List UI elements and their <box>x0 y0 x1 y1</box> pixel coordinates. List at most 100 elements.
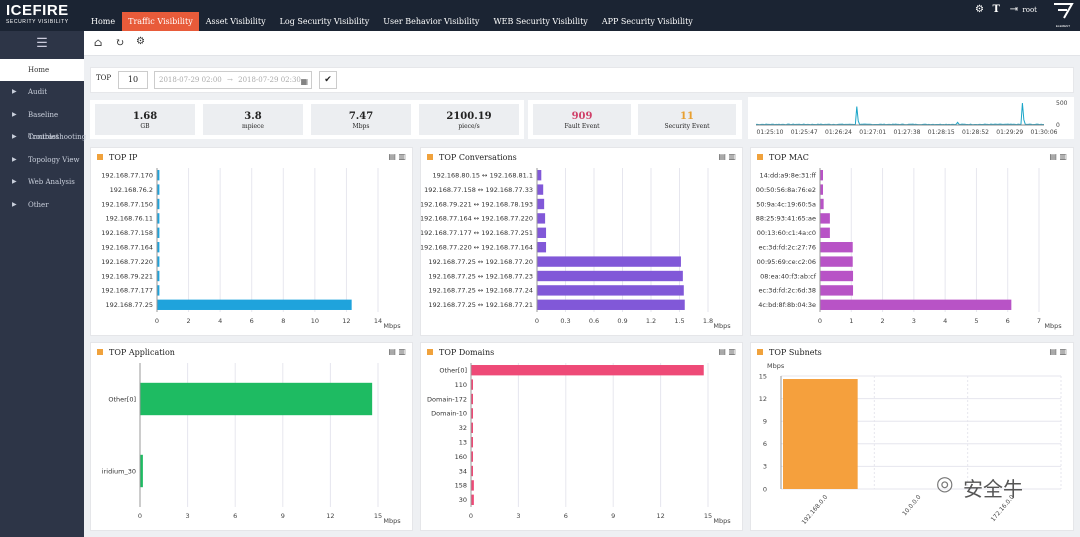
nav-tab-web-security-visibility[interactable]: WEB Security Visibility <box>486 0 594 31</box>
category-label: 192.168.79.221 <box>101 272 153 280</box>
traffic-stats: 1.68 GB 3.8 mpiece 7.47 Mbps 2100.19 piece/s <box>90 100 524 139</box>
tick-label: 7 <box>1037 317 1041 325</box>
category-label: 192.168.0.0 <box>801 494 830 526</box>
sidebar-item-audit[interactable]: ▶ Audit <box>0 81 84 104</box>
gear-icon[interactable]: ⚙ <box>975 4 984 15</box>
fault-event-card[interactable]: 909 Fault Event <box>533 104 631 135</box>
sidebar-item-topology-view[interactable]: ▶ Topology View <box>0 149 84 172</box>
tick-label: 1.5 <box>674 317 684 325</box>
tick-label: 6 <box>233 512 237 520</box>
top-count-input[interactable]: 10 <box>118 71 148 89</box>
export-icon[interactable]: ▤ ▥ <box>388 347 406 356</box>
event-stats: 909 Fault Event 11 Security Event <box>528 100 742 139</box>
tick-label: 10 <box>311 317 319 325</box>
export-icon[interactable]: ▤ ▥ <box>1049 152 1067 161</box>
category-label: 192.168.76.2 <box>110 186 153 194</box>
category-label: 4c:bd:8f:8b:04:3e <box>758 301 816 309</box>
bar <box>471 494 474 505</box>
category-label: 88:25:93:41:65:ae <box>756 215 816 223</box>
bar <box>537 299 685 310</box>
security-event-card[interactable]: 11 Security Event <box>638 104 736 135</box>
category-label: 192.168.77.177 ↔ 192.168.77.251 <box>421 229 533 237</box>
tick-label: 0 <box>138 512 142 520</box>
tick-label: 6 <box>763 440 767 448</box>
top-conversations-chart: 0 0.3 0.6 0.9 1.2 1.5 1.8Mbps 192.168.80.15 ↔ 1… <box>420 168 731 330</box>
bar <box>537 184 544 195</box>
sidebar-item-label: Troubleshooting <box>28 133 87 142</box>
panel-title: TOP Domains <box>427 348 494 357</box>
home-icon[interactable]: ⌂ <box>94 36 102 49</box>
bar <box>140 454 143 488</box>
panel-title: TOP Conversations <box>427 153 517 162</box>
tick-label: 2 <box>881 317 885 325</box>
category-label: 160 <box>455 453 467 461</box>
refresh-icon[interactable]: ↻ <box>115 36 124 49</box>
tick-label: 3 <box>186 512 190 520</box>
caret-right-icon: ▶ <box>12 178 17 186</box>
bar <box>157 285 160 296</box>
sidebar-item-label: Audit <box>28 88 48 96</box>
calendar-icon[interactable]: ▦ <box>300 74 308 90</box>
panel-top-domains: TOP Domains ▤ ▥ 0 3 6 9 12 15 Mbps Other[0] 110 D… <box>420 342 743 531</box>
tick-label: 14 <box>374 317 382 325</box>
category-label: Domain-10 <box>431 410 467 418</box>
export-icon[interactable]: ▤ ▥ <box>388 152 406 161</box>
bar <box>471 451 473 462</box>
bar <box>471 393 473 405</box>
nav-tab-user-behavior-visibility[interactable]: User Behavior Visibility <box>376 0 486 31</box>
caret-right-icon: ▶ <box>12 110 17 118</box>
tick-label: 0.3 <box>560 317 570 325</box>
username[interactable]: root <box>1022 6 1037 14</box>
tick-label: 9 <box>611 512 615 520</box>
export-icon[interactable]: ▤ ▥ <box>718 347 736 356</box>
axis-label: Mbps <box>1044 322 1062 330</box>
bar <box>157 270 160 282</box>
start-date: 2018-07-29 02:00 <box>159 76 222 84</box>
nav-tab-asset-visibility[interactable]: Asset Visibility <box>199 0 273 31</box>
brand-logo[interactable]: ICEFIRE SECURITY VISIBILITY <box>0 0 84 31</box>
sidebar-item-home[interactable]: Home <box>0 59 84 81</box>
wechat-icon: ◎ <box>936 471 954 495</box>
category-label: 10.0.0.0 <box>901 494 922 518</box>
category-label: 192.168.80.15 ↔ 192.168.81.1 <box>432 172 533 180</box>
bar <box>471 365 704 376</box>
bar <box>471 408 473 419</box>
column <box>783 379 858 489</box>
nav-tab-home[interactable]: Home <box>84 0 122 31</box>
top-mac-chart: 0 1 2 3 4 5 6 7Mbps 14:dd:a9:8e:31:ff 00:50:56:8a… <box>756 168 1062 330</box>
bar <box>820 184 824 195</box>
tick-label: 6 <box>1006 317 1010 325</box>
caret-right-icon: ▶ <box>12 200 17 208</box>
nav-tab-traffic-visibility[interactable]: Traffic Visibility <box>122 12 199 31</box>
date-range-picker[interactable]: 2018-07-29 02:00 → 2018-07-29 02:30 ▦ <box>154 71 312 89</box>
bar <box>471 480 474 491</box>
sidebar: ☰ Home ▶ Audit ▶ Baseline Contrast ▶ Troubles… <box>0 31 87 537</box>
menu-toggle-icon[interactable]: ☰ <box>0 31 84 59</box>
category-label: 50:9a:4c:19:60:5a <box>756 200 816 208</box>
apply-button[interactable]: ✔ <box>319 71 337 89</box>
panel-title: TOP MAC <box>757 153 809 162</box>
category-label: 192.168.77.150 <box>101 200 153 208</box>
nav-tab-log-security-visibility[interactable]: Log Security Visibility <box>273 0 377 31</box>
caret-right-icon: ▶ <box>12 155 17 163</box>
text-size-icon[interactable]: T <box>993 4 1000 15</box>
brand-tagline: SECURITY VISIBILITY <box>6 19 69 25</box>
top-bar: ICEFIRE SECURITY VISIBILITY Home Traffic … <box>0 0 1080 31</box>
stat-card-volume: 1.68 GB <box>95 104 195 135</box>
tick-label: 12 <box>342 317 350 325</box>
tick-label: 6 <box>564 512 568 520</box>
top-ip-chart: 0 2 4 6 8 10 12 14Mbps 192.168.77.170 192.168.76.… <box>101 168 401 330</box>
stat-card-packets: 3.8 mpiece <box>203 104 303 135</box>
tick-label: 9 <box>281 512 285 520</box>
export-icon[interactable]: ▤ ▥ <box>718 152 736 161</box>
sidebar-item-baseline-contrast[interactable]: ▶ Baseline Contrast <box>0 104 84 141</box>
logout-icon[interactable]: ⇥ <box>1010 4 1018 15</box>
sidebar-item-web-analysis[interactable]: ▶ Web Analysis <box>0 171 84 194</box>
category-label: ec:3d:fd:2c:27:76 <box>759 244 816 252</box>
sidebar-item-troubleshooting[interactable]: ▶ Troubleshooting <box>0 126 87 149</box>
sidebar-item-other[interactable]: ▶ Other <box>0 194 84 217</box>
export-icon[interactable]: ▤ ▥ <box>1049 347 1067 356</box>
axis-label: Mbps <box>713 322 731 330</box>
settings-icon[interactable]: ⚙ <box>136 36 145 47</box>
nav-tab-app-security-visibility[interactable]: APP Security Visibility <box>595 0 700 31</box>
